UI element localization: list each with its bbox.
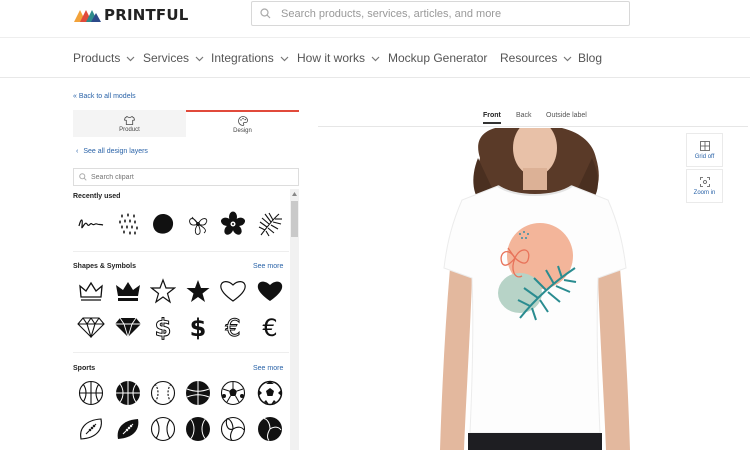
tab-back[interactable]: Back bbox=[516, 112, 532, 119]
chevron-down-icon bbox=[195, 56, 204, 61]
chevron-left-icon: ‹ bbox=[76, 148, 79, 155]
editor-tabs: Product Design bbox=[73, 110, 299, 137]
basketball-icon[interactable] bbox=[113, 378, 143, 408]
tab-label: Design bbox=[233, 127, 252, 134]
volleyball-icon[interactable] bbox=[218, 414, 248, 444]
section-title-shapes: Shapes & Symbols bbox=[73, 263, 137, 270]
nav-label: Services bbox=[143, 51, 190, 65]
heart-icon[interactable] bbox=[255, 276, 285, 306]
palm-leaf-icon[interactable] bbox=[255, 209, 285, 239]
section-divider bbox=[73, 251, 289, 252]
nav-item-resources[interactable]: Resources bbox=[500, 51, 572, 65]
baseball-outline-icon[interactable] bbox=[148, 378, 178, 408]
nav-label: How it works bbox=[297, 51, 366, 65]
palette-icon bbox=[237, 115, 248, 126]
svg-text:$: $ bbox=[190, 314, 207, 341]
see-all-layers-link[interactable]: ‹ See all design layers bbox=[76, 148, 148, 155]
svg-text:€: € bbox=[262, 314, 277, 341]
grid-icon bbox=[699, 140, 710, 151]
search-input[interactable] bbox=[281, 7, 611, 20]
tab-design[interactable]: Design bbox=[186, 110, 299, 137]
tab-label: Product bbox=[119, 127, 140, 133]
scroll-thumb[interactable] bbox=[291, 201, 298, 237]
nav-item-products[interactable]: Products bbox=[73, 51, 135, 65]
tshirt-mockup-image bbox=[440, 128, 630, 450]
nav-label: Products bbox=[73, 51, 121, 65]
chevron-down-icon bbox=[280, 56, 289, 61]
main-nav: Products Services Integrations How it wo… bbox=[0, 39, 750, 78]
zoom-in-label: Zoom in bbox=[693, 189, 716, 196]
euro-icon[interactable]: € bbox=[255, 312, 285, 342]
section-title-recently-used: Recently used bbox=[73, 193, 121, 200]
chevron-down-icon bbox=[126, 56, 135, 61]
search-icon bbox=[260, 8, 271, 19]
dots-icon[interactable] bbox=[113, 209, 143, 239]
nav-label: Resources bbox=[500, 51, 558, 65]
baseball-icon[interactable] bbox=[148, 414, 178, 444]
brand-name: PRINTFUL bbox=[104, 6, 189, 24]
printful-logo[interactable]: PRINTFUL bbox=[74, 6, 189, 24]
chevron-down-icon bbox=[371, 56, 380, 61]
see-layers-label: See all design layers bbox=[83, 148, 148, 155]
clipart-panel: Recently used Shapes & Symbols See more bbox=[73, 189, 299, 450]
svg-text:$: $ bbox=[155, 314, 172, 341]
tab-front[interactable]: Front bbox=[483, 112, 501, 124]
site-search[interactable] bbox=[251, 1, 630, 26]
search-icon bbox=[79, 173, 87, 181]
nav-item-services[interactable]: Services bbox=[143, 51, 204, 65]
chevron-down-icon bbox=[563, 56, 572, 61]
view-tabs: Front Back Outside label bbox=[318, 110, 748, 127]
crown-outline-icon[interactable] bbox=[76, 276, 106, 306]
nav-label: Mockup Generator bbox=[388, 51, 488, 65]
grid-off-label: Grid off bbox=[694, 153, 715, 160]
nav-item-how-it-works[interactable]: How it works bbox=[297, 51, 380, 65]
football-outline-icon[interactable] bbox=[76, 414, 106, 444]
tab-outside-label[interactable]: Outside label bbox=[546, 112, 587, 119]
volleyball-solid-icon[interactable] bbox=[255, 414, 285, 444]
tab-product[interactable]: Product bbox=[73, 110, 186, 137]
flower-icon[interactable] bbox=[218, 209, 248, 239]
zoom-in-button[interactable]: Zoom in bbox=[686, 169, 723, 203]
star-outline-icon[interactable] bbox=[148, 276, 178, 306]
grid-off-button[interactable]: Grid off bbox=[686, 133, 723, 167]
logo-mark-icon bbox=[74, 10, 101, 22]
blob-icon[interactable] bbox=[148, 209, 178, 239]
nav-item-mockup-generator[interactable]: Mockup Generator bbox=[388, 51, 487, 65]
top-bar: PRINTFUL bbox=[0, 0, 750, 38]
basketball-outline-icon[interactable] bbox=[76, 378, 106, 408]
nav-label: Blog bbox=[578, 51, 603, 65]
scroll-up-icon[interactable] bbox=[291, 191, 298, 197]
nav-label: Integrations bbox=[211, 51, 274, 65]
clipart-search[interactable] bbox=[73, 168, 299, 186]
heart-outline-icon[interactable] bbox=[218, 276, 248, 306]
soccer-ball-outline-icon[interactable] bbox=[218, 378, 248, 408]
nav-item-integrations[interactable]: Integrations bbox=[211, 51, 289, 65]
football-icon[interactable] bbox=[113, 414, 143, 444]
diamond-outline-icon[interactable] bbox=[76, 312, 106, 342]
see-more-sports-link[interactable]: See more bbox=[253, 365, 283, 372]
panel-scrollbar[interactable] bbox=[290, 189, 299, 450]
scribble-icon[interactable] bbox=[76, 209, 106, 239]
tshirt-icon bbox=[124, 116, 135, 125]
dollar-icon[interactable]: $ bbox=[183, 312, 213, 342]
crown-icon[interactable] bbox=[113, 276, 143, 306]
hibiscus-icon[interactable] bbox=[183, 209, 213, 239]
dollar-outline-icon[interactable]: $ bbox=[148, 312, 178, 342]
back-to-models-link[interactable]: « Back to all models bbox=[73, 93, 136, 100]
tennis-ball-icon[interactable] bbox=[183, 414, 213, 444]
see-more-shapes-link[interactable]: See more bbox=[253, 263, 283, 270]
euro-outline-icon[interactable]: € bbox=[218, 312, 248, 342]
diamond-icon[interactable] bbox=[113, 312, 143, 342]
soccer-ball-icon[interactable] bbox=[255, 378, 285, 408]
basketball-solid-icon[interactable] bbox=[183, 378, 213, 408]
clipart-search-input[interactable] bbox=[91, 173, 281, 181]
section-divider bbox=[73, 352, 289, 353]
zoom-icon bbox=[699, 176, 710, 187]
star-icon[interactable] bbox=[183, 276, 213, 306]
svg-text:€: € bbox=[225, 314, 240, 341]
section-title-sports: Sports bbox=[73, 365, 96, 372]
nav-item-blog[interactable]: Blog bbox=[578, 51, 602, 65]
